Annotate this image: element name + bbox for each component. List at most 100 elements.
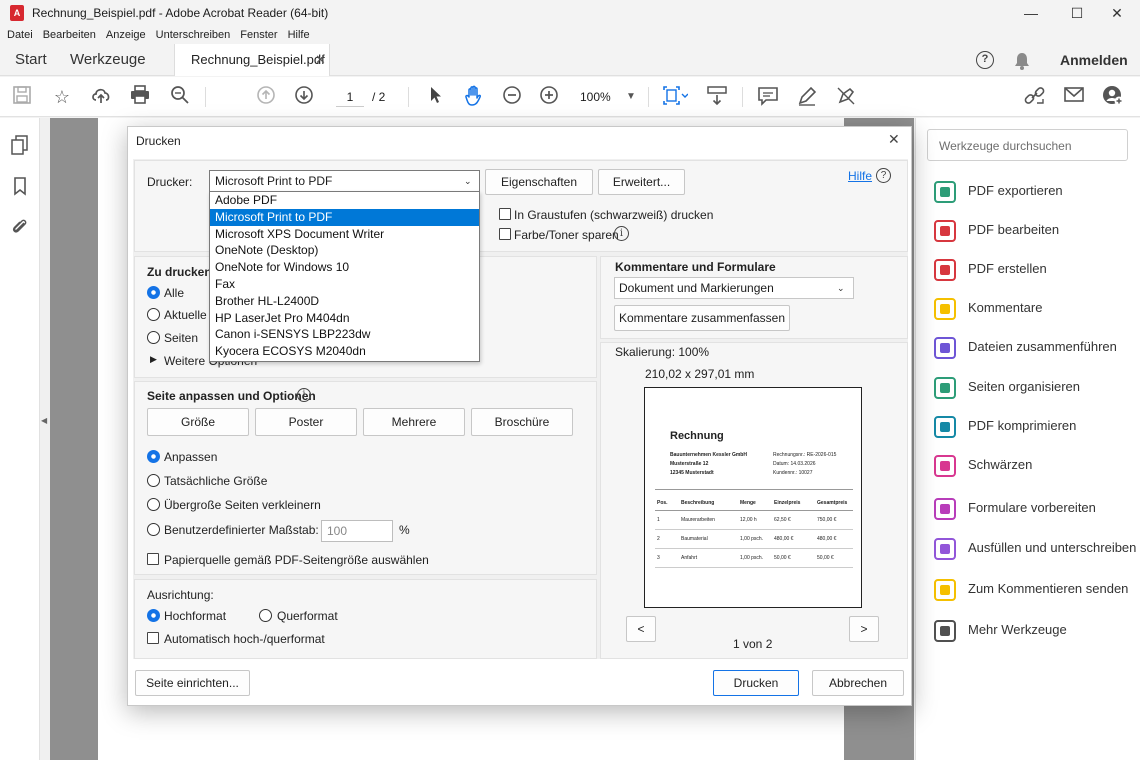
- save-icon[interactable]: [10, 85, 34, 109]
- zoom-in-icon[interactable]: [537, 85, 561, 109]
- pages-radio[interactable]: [147, 331, 160, 344]
- fit-radio[interactable]: [147, 474, 160, 487]
- highlight-pen-icon[interactable]: [795, 85, 819, 109]
- cloud-upload-icon[interactable]: [89, 85, 113, 109]
- tab-document[interactable]: Rechnung_Beispiel.pdf ✕: [174, 44, 330, 76]
- zoom-out-icon[interactable]: [500, 85, 524, 109]
- fit-radio[interactable]: [147, 523, 160, 536]
- sign-in-button[interactable]: Anmelden: [1060, 44, 1128, 76]
- booklet-button[interactable]: Broschüre: [471, 408, 573, 436]
- page-number-input[interactable]: 1: [336, 87, 364, 107]
- tool-item[interactable]: Ausfüllen und unterschreiben: [934, 536, 1136, 562]
- tool-item[interactable]: Schwärzen: [934, 453, 1134, 479]
- tool-item[interactable]: PDF bearbeiten: [934, 218, 1134, 244]
- printer-option[interactable]: Brother HL-L2400D: [210, 293, 479, 310]
- tool-item[interactable]: PDF erstellen: [934, 257, 1134, 283]
- help-link[interactable]: Hilfe: [848, 169, 872, 183]
- menu-edit[interactable]: Bearbeiten: [38, 26, 101, 44]
- poster-button[interactable]: Poster: [255, 408, 357, 436]
- preview-cell: 1: [657, 517, 660, 523]
- bookmark-icon[interactable]: [10, 176, 30, 196]
- comments-select[interactable]: Dokument und Markierungen ⌄: [614, 277, 854, 299]
- paper-source-checkbox[interactable]: [147, 553, 159, 565]
- page-thumbnails-icon[interactable]: [10, 134, 30, 155]
- dialog-close-icon[interactable]: ✕: [888, 131, 900, 148]
- tools-search-input[interactable]: Werkzeuge durchsuchen: [927, 129, 1128, 161]
- tab-close-icon[interactable]: ✕: [315, 44, 326, 76]
- menu-window[interactable]: Fenster: [235, 26, 282, 44]
- printer-option[interactable]: HP LaserJet Pro M404dn: [210, 310, 479, 327]
- printer-option[interactable]: Fax: [210, 276, 479, 293]
- pages-radio[interactable]: [147, 286, 160, 299]
- preview-next-button[interactable]: >: [849, 616, 879, 642]
- printer-option[interactable]: OneNote for Windows 10: [210, 259, 479, 276]
- minimize-button[interactable]: —: [1008, 0, 1054, 26]
- help-icon[interactable]: ?: [976, 51, 994, 69]
- cancel-button[interactable]: Abbrechen: [812, 670, 904, 696]
- save-toner-checkbox[interactable]: [499, 228, 511, 240]
- share-link-icon[interactable]: [1023, 85, 1047, 109]
- advanced-button[interactable]: Erweitert...: [598, 169, 685, 195]
- select-cursor-icon[interactable]: [424, 85, 448, 109]
- tool-item[interactable]: Mehr Werkzeuge: [934, 618, 1134, 644]
- triangle-right-icon[interactable]: ▶: [150, 354, 157, 365]
- page-down-icon[interactable]: [292, 85, 316, 109]
- printer-option[interactable]: Kyocera ECOSYS M2040dn: [210, 343, 479, 360]
- menu-view[interactable]: Anzeige: [101, 26, 151, 44]
- tab-tools[interactable]: Werkzeuge: [70, 44, 146, 76]
- tool-item[interactable]: Kommentare: [934, 296, 1134, 322]
- pages-radio[interactable]: [147, 308, 160, 321]
- menu-file[interactable]: Datei: [0, 26, 38, 44]
- fit-radio[interactable]: [147, 498, 160, 511]
- zoom-level[interactable]: 100%: [580, 87, 611, 107]
- print-icon[interactable]: [128, 85, 152, 109]
- tool-item[interactable]: Zum Kommentieren senden: [934, 577, 1134, 603]
- size-button[interactable]: Größe: [147, 408, 249, 436]
- help-icon[interactable]: ?: [876, 168, 891, 183]
- tool-item[interactable]: Seiten organisieren: [934, 375, 1134, 401]
- printer-option[interactable]: OneNote (Desktop): [210, 242, 479, 259]
- page-setup-button[interactable]: Seite einrichten...: [135, 670, 250, 696]
- menu-sign[interactable]: Unterschreiben: [151, 26, 236, 44]
- chevron-left-icon[interactable]: ◀: [41, 416, 47, 425]
- print-button[interactable]: Drucken: [713, 670, 799, 696]
- zoom-search-icon[interactable]: [168, 85, 192, 109]
- email-icon[interactable]: [1062, 85, 1086, 109]
- bell-icon[interactable]: [1014, 52, 1030, 74]
- chevron-down-icon[interactable]: ▼: [626, 87, 636, 107]
- close-window-button[interactable]: ✕: [1094, 0, 1140, 26]
- summarize-comments-button[interactable]: Kommentare zusammenfassen: [614, 305, 790, 331]
- attachment-icon[interactable]: [10, 216, 30, 236]
- fit-radio[interactable]: [147, 450, 160, 463]
- tab-start[interactable]: Start: [15, 44, 47, 76]
- printer-option[interactable]: Microsoft XPS Document Writer: [210, 226, 479, 243]
- tool-item[interactable]: PDF komprimieren: [934, 414, 1134, 440]
- custom-scale-input[interactable]: 100: [321, 520, 393, 542]
- preview-prev-button[interactable]: <: [626, 616, 656, 642]
- auto-rotate-checkbox[interactable]: [147, 632, 159, 644]
- scroll-mode-icon[interactable]: [705, 85, 729, 109]
- comment-icon[interactable]: [756, 85, 780, 109]
- multiple-button[interactable]: Mehrere: [363, 408, 465, 436]
- printer-select[interactable]: Microsoft Print to PDF ⌄: [209, 170, 480, 192]
- landscape-radio[interactable]: [259, 609, 272, 622]
- menu-help[interactable]: Hilfe: [283, 26, 315, 44]
- star-icon[interactable]: ☆: [50, 85, 74, 109]
- tool-item[interactable]: Dateien zusammenführen: [934, 335, 1134, 361]
- page-up-icon[interactable]: [254, 85, 278, 109]
- sign-pen-icon[interactable]: [834, 85, 858, 109]
- portrait-radio[interactable]: [147, 609, 160, 622]
- tool-item[interactable]: Formulare vorbereiten: [934, 496, 1134, 522]
- fit-page-icon[interactable]: [662, 85, 689, 109]
- printer-option[interactable]: Canon i-SENSYS LBP223dw: [210, 326, 479, 343]
- tool-item[interactable]: PDF exportieren: [934, 179, 1134, 205]
- printer-option[interactable]: Adobe PDF: [210, 192, 479, 209]
- info-icon[interactable]: i: [297, 388, 311, 402]
- add-user-icon[interactable]: [1101, 85, 1125, 109]
- printer-option[interactable]: Microsoft Print to PDF: [210, 208, 479, 226]
- left-panel-collapse-bar[interactable]: [40, 118, 50, 760]
- hand-tool-icon[interactable]: [462, 85, 486, 109]
- info-icon[interactable]: i: [614, 226, 629, 241]
- grayscale-checkbox[interactable]: [499, 208, 511, 220]
- properties-button[interactable]: Eigenschaften: [485, 169, 593, 195]
